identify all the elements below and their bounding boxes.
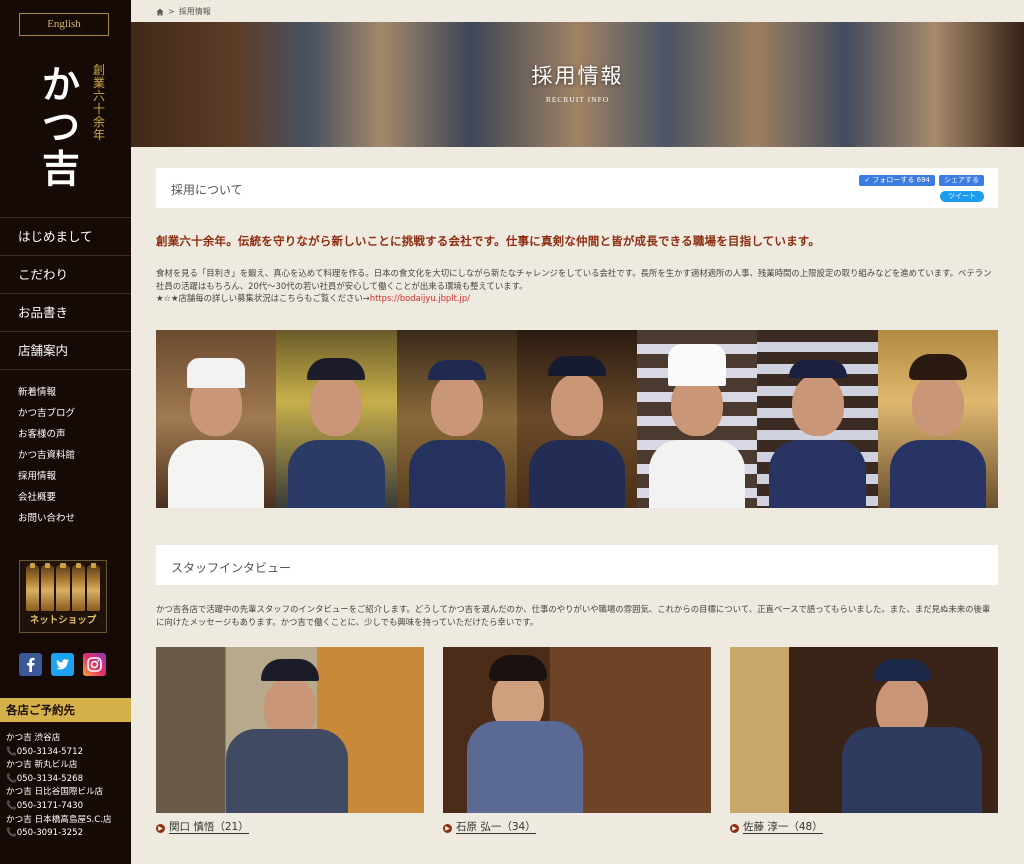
logo-tagline: 創業六十余年	[92, 63, 105, 142]
description-paragraph: 食材を見る「目利き」を鍛え、真心を込めて料理を作る。日本の食文化を大切にしながら…	[156, 268, 992, 291]
description-link-line: ★☆★店舗毎の詳しい募集状況はこちらもご覧ください→https://bodaij…	[156, 293, 470, 303]
breadcrumb-separator: >	[168, 7, 175, 16]
tweet-button[interactable]: ツイート	[940, 191, 984, 202]
follow-button[interactable]: ✓ フォローする 694	[859, 175, 935, 186]
staff-interview-header: スタッフインタビュー	[156, 545, 998, 585]
interview-intro: かつ吉各店で活躍中の先輩スタッフのインタビューをご紹介します。どうしてかつ吉を選…	[156, 604, 991, 627]
english-button[interactable]: English	[19, 13, 109, 36]
staff-photo-strip	[156, 330, 998, 508]
instagram-icon[interactable]	[83, 653, 106, 676]
subnav-blog[interactable]: かつ吉ブログ	[18, 409, 75, 430]
interviewee-name[interactable]: 関口 慎悟（21）	[169, 822, 249, 834]
interview-link[interactable]: ▶ 石原 弘一（34）	[443, 822, 536, 834]
store-phone[interactable]: 📞050-3171-7430	[6, 802, 112, 816]
net-shop-banner[interactable]: ネットショップ	[19, 560, 107, 633]
sidebar: English かつ吉 創業六十余年 はじめまして こだわり お品書き 店舗案内…	[0, 0, 131, 864]
twitter-icon[interactable]	[51, 653, 74, 676]
facebook-icon[interactable]	[19, 653, 42, 676]
interviewee-name[interactable]: 石原 弘一（34）	[456, 822, 536, 834]
subnav-news[interactable]: 新着情報	[18, 388, 75, 409]
recruit-about-header: 採用について ✓ フォローする 694 シェアする ツイート	[156, 168, 998, 208]
nav-item-menu[interactable]: お品書き	[0, 294, 131, 332]
staff-photo	[637, 330, 758, 508]
arrow-right-icon: ▶	[730, 823, 739, 833]
interview-photo[interactable]	[156, 647, 424, 813]
share-button[interactable]: シェアする	[939, 175, 984, 186]
site-logo[interactable]: かつ吉 創業六十余年	[38, 64, 108, 196]
recruit-link[interactable]: https://bodaijyu.jbplt.jp/	[370, 293, 470, 303]
arrow-right-icon: ▶	[156, 823, 165, 833]
store-name: かつ吉 新丸ビル店	[6, 760, 78, 771]
sub-nav: 新着情報 かつ吉ブログ お客様の声 かつ吉資料館 採用情報 会社概要 お問い合わ…	[18, 388, 75, 535]
section-title: スタッフインタビュー	[171, 561, 292, 575]
interview-photos	[156, 647, 998, 813]
staff-photo	[396, 330, 517, 508]
interviewee-name[interactable]: 佐藤 淳一（48）	[743, 822, 823, 834]
hero-banner: 採用情報 RECRUIT INFO	[131, 22, 1024, 147]
nav-item-kodawari[interactable]: こだわり	[0, 256, 131, 294]
subnav-recruit[interactable]: 採用情報	[18, 472, 75, 493]
staff-photo	[757, 330, 878, 508]
store-contacts: かつ吉 渋谷店 📞050-3134-5712 かつ吉 新丸ビル店 📞050-31…	[6, 734, 112, 843]
section-title: 採用について	[171, 183, 243, 197]
subnav-company[interactable]: 会社概要	[18, 493, 75, 514]
reservation-heading: 各店ご予約先	[0, 698, 131, 722]
store-phone[interactable]: 📞050-3091-3252	[6, 829, 112, 843]
subnav-voices[interactable]: お客様の声	[18, 430, 75, 451]
social-links	[19, 653, 106, 676]
staff-photo	[276, 330, 397, 508]
store-name: かつ吉 渋谷店	[6, 733, 61, 743]
subnav-contact[interactable]: お問い合わせ	[18, 514, 75, 535]
staff-photo	[156, 330, 277, 508]
breadcrumb: > 採用情報	[156, 6, 211, 17]
main-nav: はじめまして こだわり お品書き 店舗案内	[0, 217, 131, 370]
interview-photo[interactable]	[730, 647, 998, 813]
breadcrumb-current: 採用情報	[178, 7, 211, 16]
store-name: かつ吉 日比谷国際ビル店	[6, 787, 104, 798]
staff-photo	[877, 330, 998, 508]
interview-link[interactable]: ▶ 関口 慎悟（21）	[156, 822, 249, 834]
nav-item-stores[interactable]: 店舗案内	[0, 332, 131, 370]
sauce-bottles-image	[26, 563, 101, 611]
logo-text: かつ吉	[41, 62, 80, 191]
share-buttons: ✓ フォローする 694 シェアする	[859, 175, 984, 186]
recruit-headline: 創業六十余年。伝統を守りながら新しいことに挑戦する会社です。仕事に真剣な仲間と皆…	[156, 234, 821, 248]
staff-photo	[516, 330, 638, 508]
recruit-description: 食材を見る「目利き」を鍛え、真心を込めて料理を作る。日本の食文化を大切にしながら…	[156, 267, 998, 305]
subnav-archive[interactable]: かつ吉資料館	[18, 451, 75, 472]
arrow-right-icon: ▶	[443, 823, 452, 833]
interview-link[interactable]: ▶ 佐藤 淳一（48）	[730, 822, 823, 834]
net-shop-label: ネットショップ	[29, 615, 97, 626]
hero-subtitle: RECRUIT INFO	[545, 95, 610, 104]
hero-title: 採用情報	[531, 64, 624, 88]
interview-photo[interactable]	[443, 647, 711, 813]
house-icon[interactable]	[156, 8, 164, 16]
nav-item-hajimemashite[interactable]: はじめまして	[0, 218, 131, 256]
